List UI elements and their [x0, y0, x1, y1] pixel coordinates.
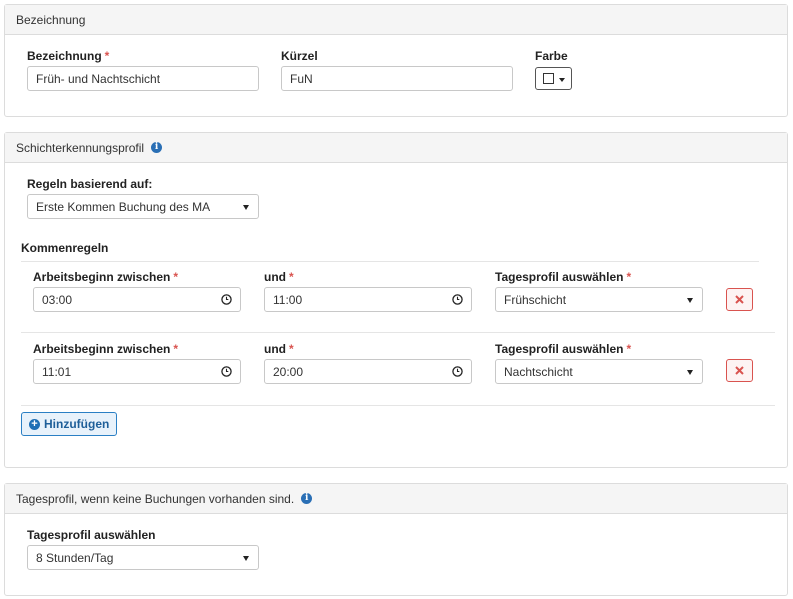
label-text: Arbeitsbeginn zwischen [33, 270, 171, 284]
shift-detection-panel: Schichterkennungsprofil i Regeln basiere… [4, 132, 788, 468]
rule-1-start-label: Arbeitsbeginn zwischen * [33, 270, 178, 284]
rule-2-delete-button[interactable] [726, 359, 753, 382]
rule-1-start-time-input[interactable]: 03:00 [33, 287, 241, 312]
kommen-heading: Kommenregeln [21, 241, 109, 255]
color-picker-button[interactable] [535, 67, 572, 90]
chevron-down-icon [559, 78, 565, 82]
plus-circle-icon: + [29, 418, 40, 430]
profile-label: Tagesprofil auswählen [27, 528, 156, 542]
add-rule-button[interactable]: + Hinzufügen [21, 412, 118, 436]
no-booking-panel: Tagesprofil, wenn keine Buchungen vorhan… [4, 483, 788, 596]
required-mark: * [173, 342, 179, 356]
rules-based-label: Regeln basierend auf: [27, 177, 153, 191]
info-icon[interactable]: i [151, 142, 163, 153]
label-text: Tagesprofil auswählen [495, 270, 624, 284]
rule-2-profile-select[interactable]: Nachtschicht [495, 359, 703, 384]
rule-1-end-label: und * [264, 270, 294, 284]
short-input-value: FuN [290, 71, 313, 86]
select-value: Frühschicht [504, 292, 567, 307]
add-rule-label: Hinzufügen [44, 417, 110, 431]
rule-2-profile-label: Tagesprofil auswählen * [495, 342, 631, 356]
required-mark: * [289, 270, 294, 284]
rules-based-select[interactable]: Erste Kommen Buchung des MA [27, 194, 259, 219]
clock-icon [221, 366, 232, 377]
rule-2-start-time-input[interactable]: 11:01 [33, 359, 241, 384]
rule-2-end-time-input[interactable]: 20:00 [264, 359, 472, 384]
rule-1-delete-button[interactable] [726, 288, 753, 311]
rules-based-value: Erste Kommen Buchung des MA [36, 199, 211, 214]
label-text: Arbeitsbeginn zwischen [33, 342, 171, 356]
panel-heading: Bezeichnung [5, 5, 787, 35]
divider [21, 405, 775, 406]
required-mark: * [289, 342, 294, 356]
color-label: Farbe [535, 49, 568, 63]
clock-icon [452, 294, 463, 305]
label-text: und [264, 270, 286, 284]
name-label-text: Bezeichnung [27, 49, 102, 63]
time-value: 03:00 [42, 292, 73, 307]
rule-2-start-label: Arbeitsbeginn zwischen * [33, 342, 178, 356]
rule-1-profile-label: Tagesprofil auswählen * [495, 270, 631, 284]
required-mark: * [173, 270, 179, 284]
caret-down-icon [243, 204, 249, 210]
name-label: Bezeichnung * [27, 49, 109, 63]
label-text: und [264, 342, 286, 356]
time-value: 11:01 [42, 364, 72, 379]
required-mark: * [626, 270, 632, 284]
close-icon [735, 295, 744, 304]
panel-title: Tagesprofil, wenn keine Buchungen vorhan… [16, 491, 295, 506]
short-input[interactable]: FuN [281, 66, 513, 91]
panel-title: Schichterkennungsprofil [16, 140, 145, 155]
rule-1-end-time-input[interactable]: 11:00 [264, 287, 472, 312]
time-value: 20:00 [273, 364, 304, 379]
time-value: 11:00 [273, 292, 303, 307]
rule-1-profile-select[interactable]: Frühschicht [495, 287, 703, 312]
color-swatch-icon [543, 73, 554, 84]
label-text: Tagesprofil auswählen [495, 342, 624, 356]
short-label: Kürzel [281, 49, 318, 63]
panel-title: Bezeichnung [16, 12, 86, 27]
bezeichnung-panel: Bezeichnung Bezeichnung * Früh- und Nacht… [4, 4, 788, 117]
caret-down-icon [687, 369, 693, 375]
panel-heading: Tagesprofil, wenn keine Buchungen vorhan… [5, 484, 787, 514]
info-icon[interactable]: i [301, 493, 313, 504]
name-input-value: Früh- und Nachtschicht [36, 71, 161, 86]
clock-icon [452, 366, 463, 377]
rule-2-end-label: und * [264, 342, 294, 356]
profile-select[interactable]: 8 Stunden/Tag [27, 545, 259, 570]
required-mark: * [104, 49, 110, 63]
clock-icon [221, 294, 232, 305]
close-icon [735, 366, 744, 375]
select-value: Nachtschicht [504, 364, 573, 379]
divider [21, 332, 775, 333]
caret-down-icon [243, 555, 249, 561]
panel-heading: Schichterkennungsprofil i [5, 133, 787, 163]
profile-select-value: 8 Stunden/Tag [36, 550, 114, 565]
divider [21, 261, 759, 262]
name-input[interactable]: Früh- und Nachtschicht [27, 66, 259, 91]
caret-down-icon [687, 297, 693, 303]
required-mark: * [626, 342, 632, 356]
